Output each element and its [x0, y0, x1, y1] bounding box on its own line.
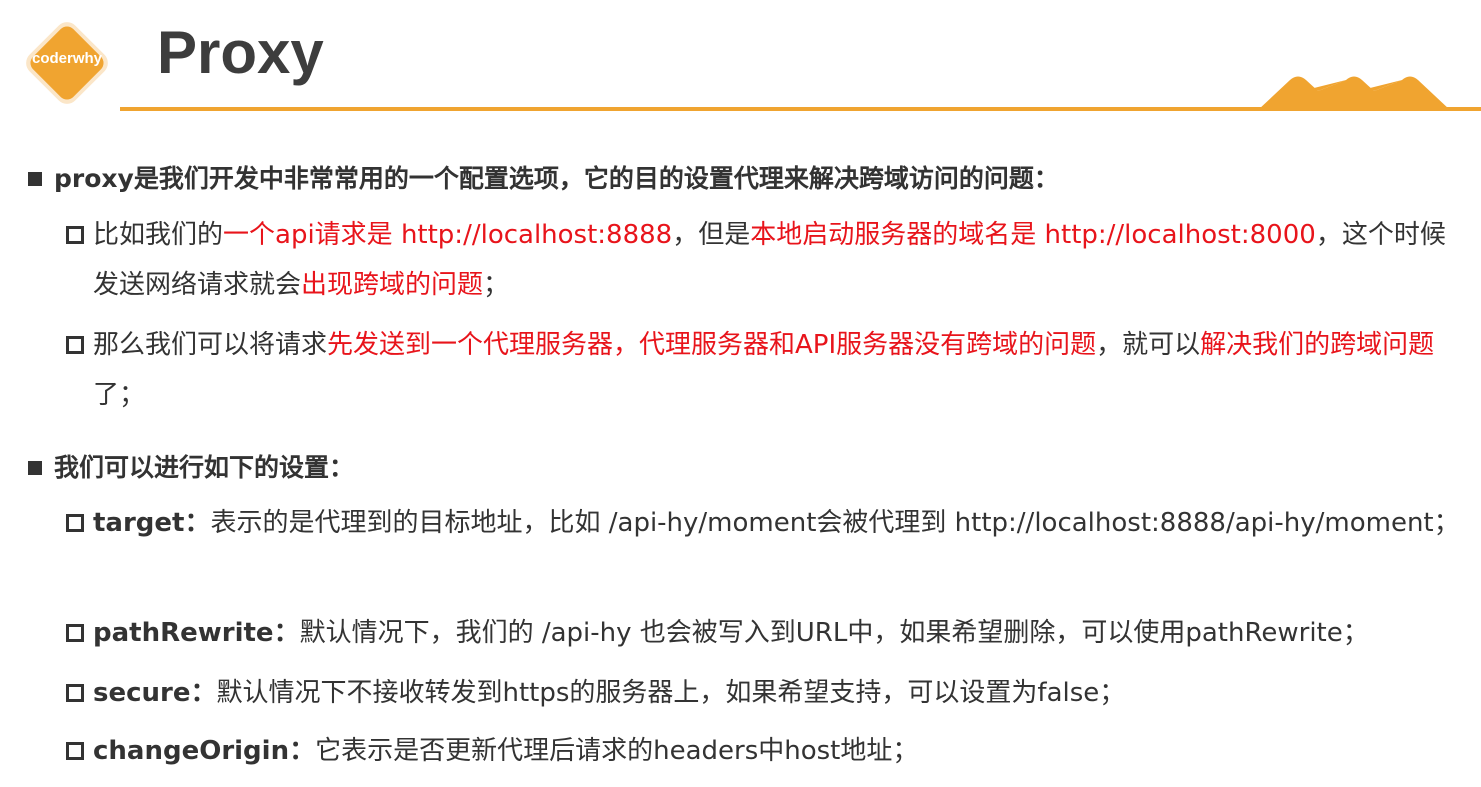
- heading-text: 我们可以进行如下的设置：: [54, 453, 355, 482]
- list-item: 那么我们可以将请求先发送到一个代理服务器，代理服务器和API服务器没有跨域的问题…: [66, 320, 1471, 420]
- option-desc: 默认情况下不接收转发到https的服务器上，如果希望支持，可以设置为false；: [216, 678, 1126, 708]
- highlight-text: 出现跨域的问题: [301, 270, 484, 300]
- bullet-heading-settings: 我们可以进行如下的设置：: [28, 448, 354, 484]
- text: 了；: [93, 380, 146, 410]
- heading-text: proxy是我们开发中非常常用的一个配置选项，它的目的设置代理来解决跨域访问的问…: [54, 164, 1059, 193]
- option-desc: 表示的是代理到的目标地址，比如 /api-hy/moment会被代理到 http…: [210, 508, 1460, 538]
- mountain-decoration: [1258, 76, 1450, 110]
- highlight-text: 本地启动服务器的域名是 http://localhost:8000: [750, 220, 1316, 250]
- list-item-target: target：表示的是代理到的目标地址，比如 /api-hy/moment会被代…: [66, 498, 1471, 548]
- hollow-square-bullet-icon: [66, 624, 84, 642]
- filled-square-bullet-icon: [28, 461, 42, 475]
- option-key: target：: [93, 508, 211, 538]
- hollow-square-bullet-icon: [66, 226, 84, 244]
- option-key: pathRewrite：: [93, 618, 300, 648]
- option-desc: 默认情况下，我们的 /api-hy 也会被写入到URL中，如果希望删除，可以使用…: [299, 618, 1369, 648]
- filled-square-bullet-icon: [28, 172, 42, 186]
- bullet-heading-proxy: proxy是我们开发中非常常用的一个配置选项，它的目的设置代理来解决跨域访问的问…: [28, 159, 1059, 195]
- hollow-square-bullet-icon: [66, 684, 84, 702]
- text: ；: [483, 270, 510, 300]
- option-key: changeOrigin：: [93, 736, 316, 766]
- list-item-secure: secure：默认情况下不接收转发到https的服务器上，如果希望支持，可以设置…: [66, 668, 1471, 718]
- list-item-changeorigin: changeOrigin：它表示是否更新代理后请求的headers中host地址…: [66, 726, 1471, 776]
- highlight-text: 解决我们的跨域问题: [1200, 330, 1435, 360]
- text: 那么我们可以将请求: [93, 330, 328, 360]
- hollow-square-bullet-icon: [66, 336, 84, 354]
- list-item-pathrewrite: pathRewrite：默认情况下，我们的 /api-hy 也会被写入到URL中…: [66, 608, 1471, 658]
- highlight-text: 先发送到一个代理服务器，代理服务器和API服务器没有跨域的问题: [327, 330, 1097, 360]
- text: ，就可以: [1096, 330, 1201, 360]
- hollow-square-bullet-icon: [66, 514, 84, 532]
- hollow-square-bullet-icon: [66, 742, 84, 760]
- page-title: Proxy: [157, 19, 324, 86]
- text: 比如我们的: [93, 220, 224, 250]
- logo-text: coderwhy: [31, 50, 103, 67]
- text: ，但是: [672, 220, 751, 250]
- highlight-text: 一个api请求是 http://localhost:8888: [223, 220, 673, 250]
- option-key: secure：: [93, 678, 217, 708]
- option-desc: 它表示是否更新代理后请求的headers中host地址；: [315, 736, 919, 766]
- list-item: 比如我们的一个api请求是 http://localhost:8888，但是本地…: [66, 210, 1471, 310]
